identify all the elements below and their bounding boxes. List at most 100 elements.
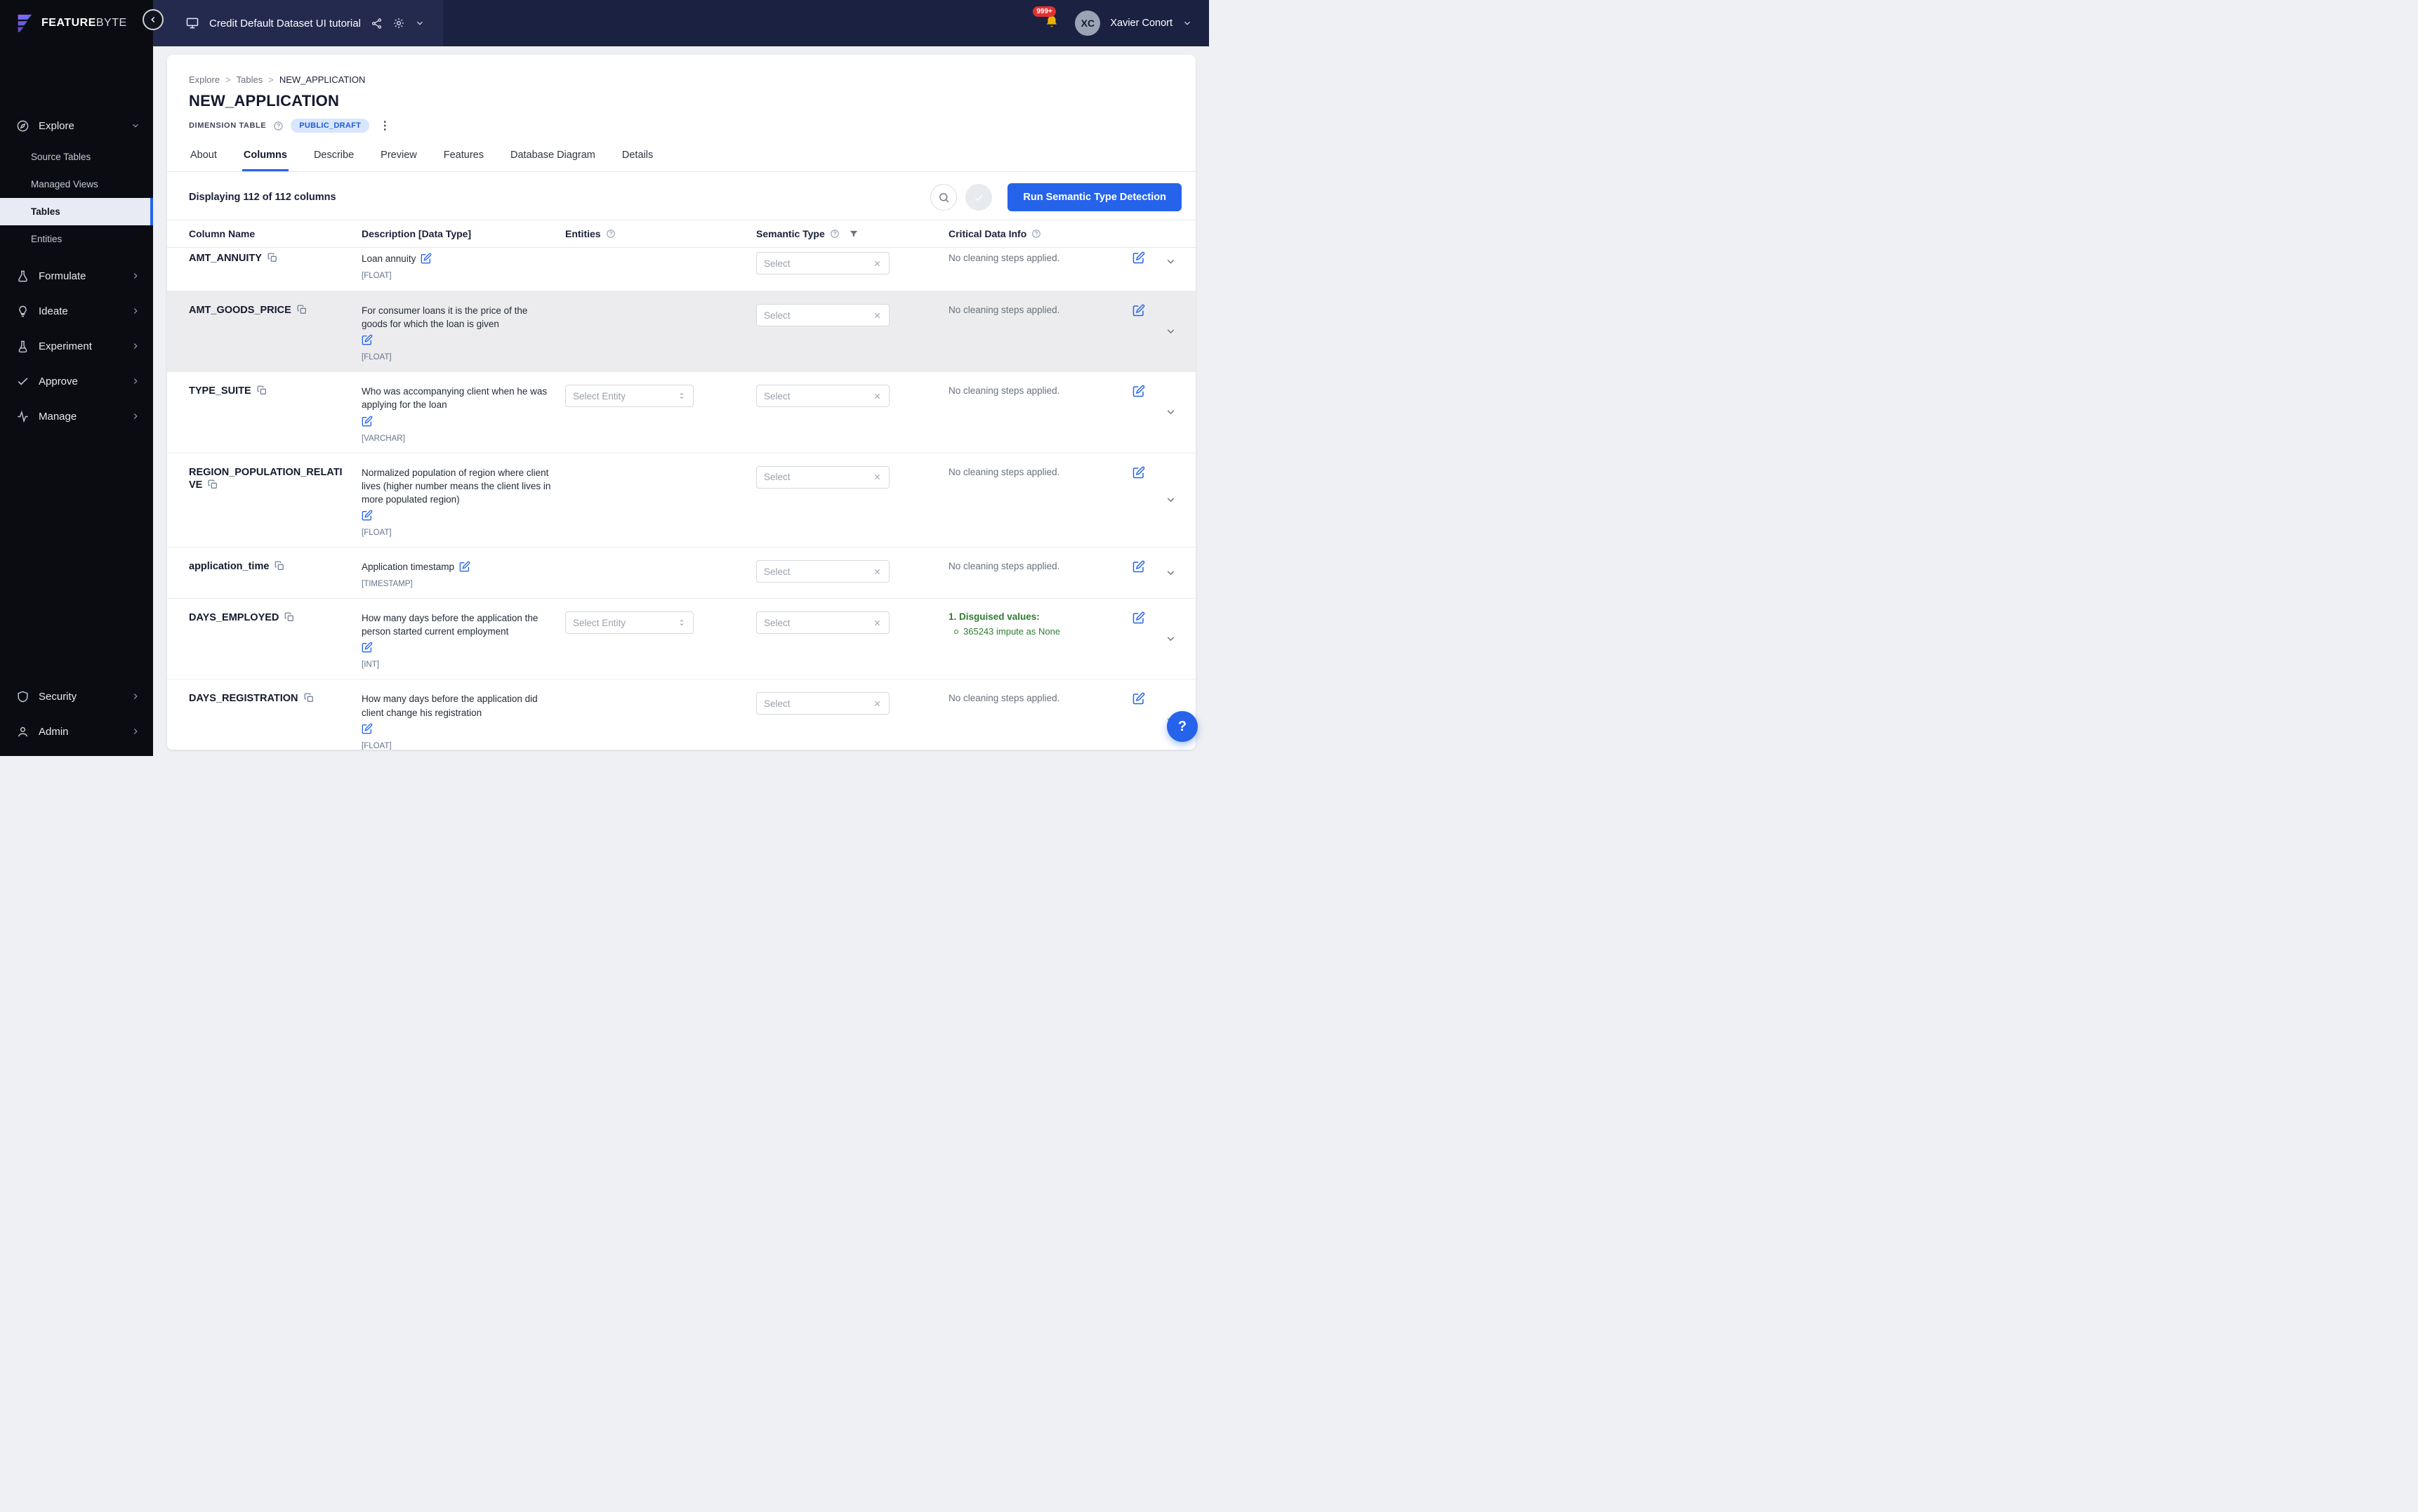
user-name[interactable]: Xavier Conort xyxy=(1110,18,1172,29)
semantic-select-placeholder: Select xyxy=(764,390,791,402)
edit-row-icon[interactable] xyxy=(1132,304,1145,320)
clear-icon[interactable] xyxy=(873,311,882,320)
sidebar-item-admin[interactable]: Admin xyxy=(0,714,153,749)
sidebar-item-manage[interactable]: Manage xyxy=(0,399,153,434)
entity-select[interactable]: Select Entity xyxy=(565,611,694,635)
filter-icon[interactable] xyxy=(849,229,859,239)
sidebar-item-ideate[interactable]: Ideate xyxy=(0,293,153,329)
share-icon[interactable] xyxy=(371,18,383,29)
more-options-icon[interactable]: ⋮ xyxy=(376,119,393,133)
table-row: TYPE_SUITE Who was accompanying client w… xyxy=(167,372,1196,453)
clear-icon[interactable] xyxy=(873,618,882,628)
edit-description-icon[interactable] xyxy=(362,642,553,656)
chevron-down-icon xyxy=(131,121,140,131)
expand-chevron-icon[interactable] xyxy=(1165,494,1177,506)
shield-icon xyxy=(15,689,29,703)
expand-chevron-icon[interactable] xyxy=(1165,256,1177,267)
tab-details[interactable]: Details xyxy=(621,142,654,171)
help-circle-icon[interactable] xyxy=(830,229,840,239)
table-row: application_time Application timestamp [… xyxy=(167,548,1196,599)
edit-row-icon[interactable] xyxy=(1132,560,1145,576)
edit-description-icon[interactable] xyxy=(362,334,553,349)
sidebar-item-explore[interactable]: Explore xyxy=(0,108,153,143)
edit-description-icon[interactable] xyxy=(362,416,553,430)
sidebar-item-security[interactable]: Security xyxy=(0,679,153,714)
edit-row-icon[interactable] xyxy=(1132,385,1145,401)
edit-description-icon[interactable] xyxy=(362,510,553,524)
sidebar-item-formulate[interactable]: Formulate xyxy=(0,258,153,293)
help-circle-icon[interactable] xyxy=(1031,229,1041,239)
tab-columns[interactable]: Columns xyxy=(242,142,289,171)
chevron-right-icon xyxy=(131,691,140,701)
sidebar-item-tables[interactable]: Tables xyxy=(0,198,153,225)
semantic-type-select[interactable]: Select xyxy=(756,560,890,583)
semantic-type-select[interactable]: Select xyxy=(756,611,890,635)
semantic-type-select[interactable]: Select xyxy=(756,692,890,715)
copy-icon[interactable] xyxy=(267,253,277,266)
expand-chevron-icon[interactable] xyxy=(1165,633,1177,645)
copy-icon[interactable] xyxy=(275,561,284,574)
expand-chevron-icon[interactable] xyxy=(1165,406,1177,418)
edit-row-icon[interactable] xyxy=(1132,466,1145,482)
copy-icon[interactable] xyxy=(208,479,218,493)
semantic-type-select[interactable]: Select xyxy=(756,304,890,326)
expand-chevron-icon[interactable] xyxy=(1165,567,1177,579)
help-button[interactable]: ? xyxy=(1167,711,1198,742)
sidebar-collapse-button[interactable] xyxy=(143,9,164,30)
copy-icon[interactable] xyxy=(297,305,307,318)
tab-about[interactable]: About xyxy=(189,142,218,171)
sidebar-item-managed-views[interactable]: Managed Views xyxy=(0,171,153,198)
semantic-type-select[interactable]: Select xyxy=(756,385,890,408)
check-icon xyxy=(15,374,29,388)
breadcrumb-tables[interactable]: Tables xyxy=(237,74,263,85)
edit-row-icon[interactable] xyxy=(1132,692,1145,708)
sidebar-item-entities[interactable]: Entities xyxy=(0,225,153,253)
copy-icon[interactable] xyxy=(284,612,294,625)
tab-describe[interactable]: Describe xyxy=(312,142,355,171)
column-name: DAYS_EMPLOYED xyxy=(189,612,279,624)
search-button[interactable] xyxy=(930,184,958,211)
brand-name: FEATUREBYTE xyxy=(41,17,127,29)
semantic-type-select[interactable]: Select xyxy=(756,252,890,274)
notifications-button[interactable]: 999+ xyxy=(1033,6,1059,33)
sidebar-item-approve[interactable]: Approve xyxy=(0,364,153,399)
confirm-button[interactable] xyxy=(965,184,993,211)
edit-row-icon[interactable] xyxy=(1132,611,1145,628)
clear-icon[interactable] xyxy=(873,259,882,268)
gear-icon[interactable] xyxy=(392,17,405,29)
sidebar-item-source-tables[interactable]: Source Tables xyxy=(0,143,153,171)
edit-description-icon[interactable] xyxy=(421,253,432,267)
clear-icon[interactable] xyxy=(873,567,882,576)
edit-row-icon[interactable] xyxy=(1132,251,1145,267)
tab-database-diagram[interactable]: Database Diagram xyxy=(509,142,597,171)
tab-preview[interactable]: Preview xyxy=(379,142,418,171)
sidebar-item-experiment[interactable]: Experiment xyxy=(0,329,153,364)
expand-chevron-icon[interactable] xyxy=(1165,326,1177,338)
column-name: AMT_ANNUITY xyxy=(189,253,262,264)
copy-icon[interactable] xyxy=(257,385,267,399)
breadcrumb-explore[interactable]: Explore xyxy=(189,74,220,85)
chevron-down-icon[interactable] xyxy=(1182,18,1192,28)
clear-icon[interactable] xyxy=(873,392,882,401)
semantic-select-placeholder: Select xyxy=(764,617,791,628)
entity-select[interactable]: Select Entity xyxy=(565,385,694,408)
copy-icon[interactable] xyxy=(304,693,314,706)
data-type: [FLOAT] xyxy=(362,272,392,280)
critical-data-info: No cleaning steps applied. xyxy=(949,466,1060,477)
column-description: Who was accompanying client when he was … xyxy=(362,386,548,411)
table-row: AMT_ANNUITY Loan annuity [FLOAT] Select … xyxy=(167,248,1196,291)
explore-submenu: Source Tables Managed Views Tables Entit… xyxy=(0,143,153,253)
edit-description-icon[interactable] xyxy=(459,561,470,576)
tab-features[interactable]: Features xyxy=(442,142,485,171)
avatar[interactable]: XC xyxy=(1075,11,1101,36)
run-semantic-type-detection-button[interactable]: Run Semantic Type Detection xyxy=(1008,183,1182,211)
clear-icon[interactable] xyxy=(873,699,882,708)
help-circle-icon[interactable] xyxy=(273,121,284,131)
edit-description-icon[interactable] xyxy=(362,723,553,738)
sidebar-bottom: Security Admin xyxy=(0,679,153,756)
clear-icon[interactable] xyxy=(873,472,882,482)
help-circle-icon[interactable] xyxy=(606,229,616,239)
chevron-down-icon[interactable] xyxy=(415,18,425,28)
semantic-select-placeholder: Select xyxy=(764,310,791,321)
semantic-type-select[interactable]: Select xyxy=(756,465,890,489)
